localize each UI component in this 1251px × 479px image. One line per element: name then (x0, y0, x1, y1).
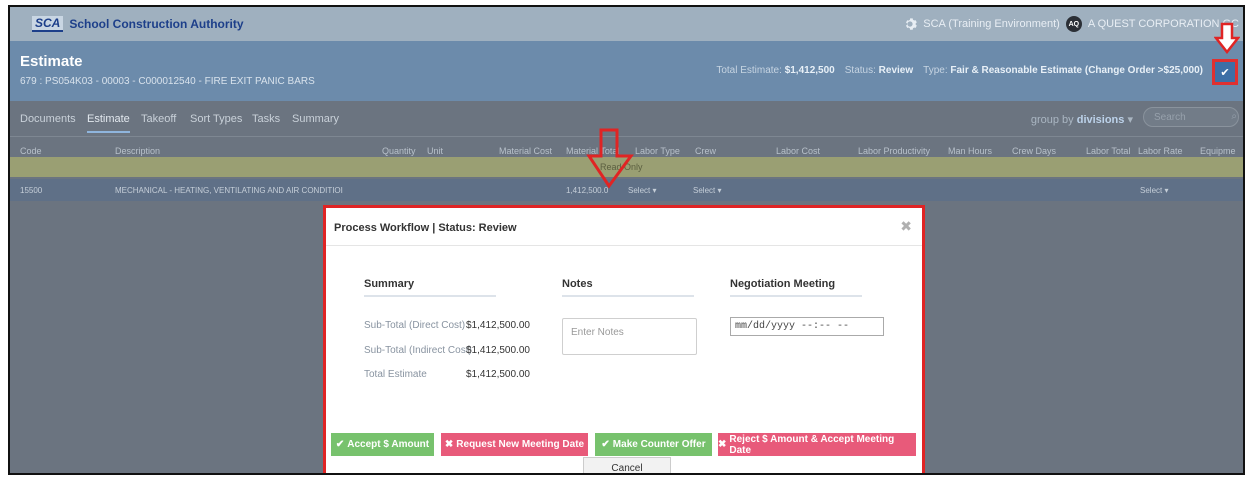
top-right-area: SCA (Training Environment) AQ A QUEST CO… (903, 16, 1239, 32)
col-unit[interactable]: Unit (427, 146, 443, 156)
project-subtitle: 679 : PS054K03 - 00003 - C000012540 - FI… (20, 76, 315, 87)
meeting-divider (730, 295, 862, 297)
process-workflow-modal: Process Workflow | Status: Review ✖ Summ… (323, 205, 925, 473)
environment-label: SCA (Training Environment) (923, 18, 1060, 30)
process-workflow-button[interactable]: ✔ (1212, 59, 1238, 85)
col-code[interactable]: Code (20, 146, 42, 156)
page-title: Estimate (20, 53, 83, 70)
labor-rate-select[interactable]: Select ▾ (1140, 186, 1168, 195)
total-estimate-value: $1,412,500.00 (466, 369, 530, 380)
annotation-arrow-icon (586, 128, 634, 189)
page-header: Estimate 679 : PS054K03 - 00003 - C00001… (10, 41, 1243, 101)
col-labor-cost[interactable]: Labor Cost (776, 146, 820, 156)
col-man-hours[interactable]: Man Hours (948, 146, 992, 156)
type-label: Type: (923, 65, 948, 76)
notes-textarea[interactable]: Enter Notes (562, 318, 697, 355)
type: Type: Fair & Reasonable Estimate (Change… (923, 65, 1203, 76)
search-icon[interactable]: ⌕ (1231, 111, 1237, 122)
cancel-button[interactable]: Cancel (583, 457, 671, 473)
logo-text: School Construction Authority (69, 17, 244, 31)
tab-estimate[interactable]: Estimate (87, 113, 130, 133)
search-input[interactable]: Search (1143, 107, 1239, 127)
top-bar: SCA School Construction Authority SCA (T… (10, 7, 1243, 41)
tab-documents[interactable]: Documents (20, 113, 76, 125)
request-new-meeting-date-button[interactable]: ✖ Request New Meeting Date (441, 433, 588, 456)
tab-sort-types[interactable]: Sort Types (190, 113, 242, 125)
notes-divider (562, 295, 694, 297)
subtotal-direct-value: $1,412,500.00 (466, 320, 530, 331)
notes-heading: Notes (562, 278, 593, 290)
x-icon: ✖ (718, 439, 727, 450)
tab-takeoff[interactable]: Takeoff (141, 113, 176, 125)
sca-logo[interactable]: SCA School Construction Authority (32, 16, 244, 32)
col-equipment[interactable]: Equipme (1200, 146, 1236, 156)
status: Status: Review (845, 65, 913, 76)
make-counter-offer-button[interactable]: ✔ Make Counter Offer (595, 433, 712, 456)
gear-icon[interactable] (903, 17, 918, 31)
app-window: SCA School Construction Authority SCA (T… (8, 5, 1245, 475)
col-labor-rate[interactable]: Labor Rate (1138, 146, 1183, 156)
col-crew[interactable]: Crew (695, 146, 716, 156)
accept-amount-button[interactable]: ✔ Accept $ Amount (331, 433, 434, 456)
check-icon: ✔ (1220, 66, 1230, 79)
negotiation-meeting-heading: Negotiation Meeting (730, 278, 836, 290)
counter-offer-label: Make Counter Offer (612, 439, 706, 450)
col-description[interactable]: Description (115, 146, 160, 156)
tab-tasks[interactable]: Tasks (252, 113, 280, 125)
caret-down-icon: ▾ (1127, 114, 1133, 126)
accept-amount-label: Accept $ Amount (347, 439, 430, 450)
group-by-dropdown[interactable]: group by divisions ▾ (1031, 113, 1133, 126)
col-labor-type[interactable]: Labor Type (635, 146, 680, 156)
logo-badge: SCA (32, 16, 64, 32)
subtotal-indirect-label: Sub-Total (Indirect Cost) (364, 345, 472, 356)
total-estimate: Total Estimate: $1,412,500 (716, 65, 834, 76)
row-code: 15500 (20, 186, 43, 195)
col-material-cost[interactable]: Material Cost (499, 146, 552, 156)
col-labor-productivity[interactable]: Labor Productivity (858, 146, 930, 156)
x-icon: ✖ (444, 439, 454, 450)
estimate-summary: Total Estimate: $1,412,500 Status: Revie… (716, 65, 1203, 76)
total-estimate-value: $1,412,500 (784, 65, 835, 76)
reject-amount-label: Reject $ Amount & Accept Meeting Date (729, 433, 895, 456)
meeting-datetime-input[interactable]: mm/dd/yyyy --:-- -- (730, 317, 884, 336)
total-estimate-label: Total Estimate (364, 369, 427, 380)
modal-header: Process Workflow | Status: Review ✖ (326, 208, 922, 246)
summary-heading: Summary (364, 278, 415, 290)
labor-rate-select-label: Select (1140, 186, 1163, 195)
avatar[interactable]: AQ (1065, 16, 1082, 32)
total-estimate-label: Total Estimate: (716, 65, 782, 76)
col-crew-days[interactable]: Crew Days (1012, 146, 1056, 156)
group-by-label: group by (1030, 114, 1074, 126)
crew-select[interactable]: Select ▾ (693, 186, 721, 195)
close-icon[interactable]: ✖ (900, 218, 912, 235)
subtotal-direct-label: Sub-Total (Direct Cost) (364, 320, 466, 331)
status-value: Review (878, 65, 914, 76)
reject-amount-button[interactable]: ✖ Reject $ Amount & Accept Meeting Date (718, 433, 916, 456)
col-quantity[interactable]: Quantity (382, 146, 416, 156)
annotation-arrow-icon (1214, 22, 1240, 54)
row-description: MECHANICAL - HEATING, VENTILATING AND AI… (115, 186, 343, 195)
check-icon: ✔ (601, 439, 610, 450)
group-by-value: divisions (1076, 114, 1125, 126)
summary-divider (364, 295, 496, 297)
status-label: Status: (844, 65, 876, 76)
request-meeting-label: Request New Meeting Date (456, 439, 585, 450)
crew-select-label: Select (693, 186, 716, 195)
modal-title: Process Workflow | Status: Review (334, 222, 517, 234)
type-value: Fair & Reasonable Estimate (Change Order… (950, 65, 1203, 76)
tab-summary[interactable]: Summary (292, 113, 339, 125)
col-labor-total[interactable]: Labor Total (1086, 146, 1130, 156)
subtotal-indirect-value: $1,412,500.00 (466, 345, 530, 356)
check-icon: ✔ (335, 439, 345, 450)
